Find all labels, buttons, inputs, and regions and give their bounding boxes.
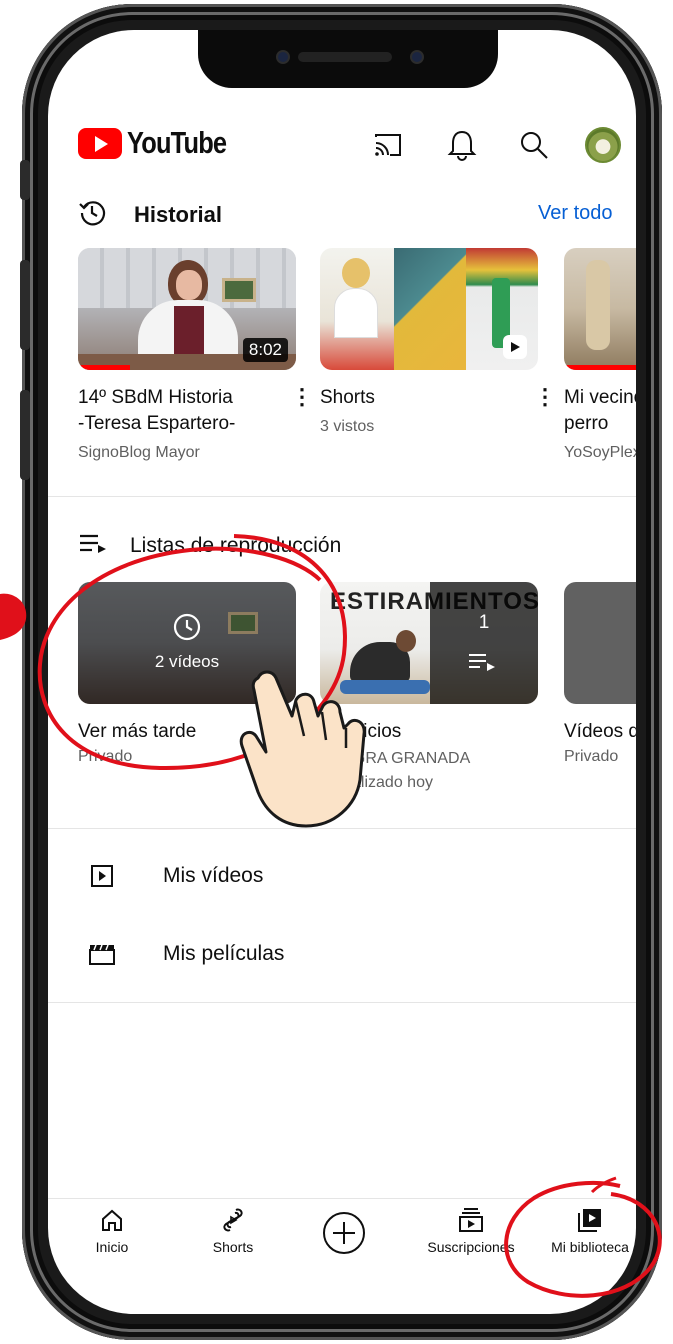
- playlist-icon: [469, 654, 495, 671]
- history-icon: [79, 201, 106, 226]
- nav-library-label: Mi biblioteca: [551, 1239, 629, 1255]
- see-all-link[interactable]: Ver todo: [538, 202, 613, 225]
- home-icon: [102, 1209, 122, 1231]
- notch: [198, 30, 498, 88]
- youtube-logo[interactable]: YouTube: [78, 125, 248, 161]
- nav-subscriptions[interactable]: Suscripciones: [416, 1207, 526, 1255]
- phone-volume-up: [20, 260, 30, 350]
- create-plus-icon: [323, 1212, 365, 1254]
- library-icon: [578, 1209, 601, 1232]
- shorts-logo-icon: [503, 335, 527, 359]
- playlist-item-count: 1: [478, 612, 490, 633]
- history-video-thumbnail-partial[interactable]: [564, 248, 636, 370]
- youtube-wordmark: YouTube: [127, 125, 227, 160]
- nav-subscriptions-label: Suscripciones: [427, 1239, 515, 1255]
- watch-progress-bar: [78, 365, 130, 370]
- shorts-thumb-part-2: [394, 248, 466, 370]
- playlist-privacy: Privado: [564, 748, 619, 765]
- playlist-owner: SUEGRA GRANADA: [320, 750, 471, 767]
- shorts-thumbnail[interactable]: [320, 248, 538, 370]
- divider: [48, 828, 636, 829]
- sensor-icon: [410, 50, 424, 64]
- thumbnail-picture-frame: [228, 612, 258, 634]
- shorts-title[interactable]: Shorts: [320, 386, 375, 410]
- play-square-icon: [91, 865, 113, 887]
- my-videos-row[interactable]: Mis vídeos: [48, 850, 636, 906]
- history-video-channel: YoSoyPlex: [564, 444, 636, 461]
- nav-create[interactable]: [320, 1211, 368, 1261]
- playlists-section-title: Listas de reproducción: [130, 534, 342, 557]
- history-video-title-line2[interactable]: perro: [564, 412, 608, 436]
- video-duration: 8:02: [242, 338, 288, 362]
- watch-progress-bar: [564, 365, 636, 370]
- playlist-thumbnail[interactable]: ESTIRAMIENTOS 1: [320, 582, 538, 704]
- playlist-icon: [80, 534, 106, 553]
- phone-mute-switch: [20, 160, 30, 200]
- history-video-title-line1[interactable]: 14º SBdM Historia: [78, 386, 233, 410]
- my-movies-label: Mis películas: [163, 942, 285, 965]
- my-videos-label: Mis vídeos: [163, 864, 264, 887]
- search-icon[interactable]: [516, 127, 552, 163]
- thumbnail-dim-overlay: [78, 582, 296, 704]
- more-options-icon[interactable]: ⋮: [534, 384, 556, 410]
- phone-screen: YouTube Historial Ver todo 8:02 14º SBdM…: [48, 30, 636, 1314]
- more-options-icon[interactable]: ⋮: [291, 384, 313, 410]
- thumbnail-mat: [340, 680, 430, 694]
- divider: [48, 496, 636, 497]
- divider: [48, 1002, 636, 1003]
- watch-later-playlist-thumbnail[interactable]: 2 vídeos: [78, 582, 296, 704]
- my-movies-row[interactable]: Mis películas: [48, 928, 636, 984]
- top-app-bar: YouTube: [48, 115, 636, 175]
- playlist-updated: Actualizado hoy: [320, 774, 433, 791]
- phone-volume-down: [20, 390, 30, 480]
- nav-home-label: Inicio: [95, 1239, 129, 1255]
- thumbnail-statue: [586, 260, 610, 350]
- shorts-viewed-count: 3 vistos: [320, 418, 375, 435]
- speaker-grille: [298, 52, 392, 62]
- playlist-title[interactable]: Vídeos que: [564, 720, 636, 744]
- youtube-play-logo-icon: [78, 127, 122, 159]
- playlist-count-overlay: 1: [430, 582, 538, 704]
- nav-shorts[interactable]: Shorts: [198, 1207, 268, 1255]
- playlist-title[interactable]: Ver más tarde: [78, 720, 196, 744]
- nav-home[interactable]: Inicio: [82, 1207, 142, 1255]
- shorts-thumb-person-hair: [342, 258, 370, 288]
- playlist-thumbnail-partial[interactable]: [564, 582, 636, 704]
- playlist-privacy: Privado: [78, 748, 133, 765]
- nav-shorts-label: Shorts: [212, 1239, 254, 1255]
- avatar[interactable]: [585, 127, 621, 163]
- thumbnail-person-face: [176, 270, 202, 300]
- nav-library[interactable]: Mi biblioteca: [540, 1207, 636, 1255]
- history-video-thumbnail[interactable]: 8:02: [78, 248, 296, 370]
- playlist-title[interactable]: Ejercicios: [320, 720, 401, 744]
- clapperboard-icon: [89, 944, 115, 965]
- subscriptions-icon: [459, 1208, 483, 1232]
- bell-icon[interactable]: [444, 127, 480, 163]
- history-video-channel: SignoBlog Mayor: [78, 444, 200, 461]
- history-section-title: Historial: [134, 202, 223, 227]
- playlist-video-count: 2 vídeos: [154, 652, 220, 671]
- clock-icon: [173, 613, 201, 641]
- shorts-thumb-part-1: [320, 248, 394, 370]
- shorts-thumb-person-shirt: [334, 288, 378, 338]
- camera-icon: [276, 50, 290, 64]
- shorts-icon: [223, 1208, 243, 1232]
- cast-icon[interactable]: [370, 127, 406, 163]
- thumbnail-person-head: [396, 630, 416, 652]
- bottom-navigation: Inicio Shorts Suscripciones Mi bibliotec…: [48, 1198, 636, 1288]
- history-video-title-line1[interactable]: Mi vecino: [564, 386, 636, 410]
- history-video-title-line2[interactable]: -Teresa Espartero-: [78, 412, 235, 436]
- thumbnail-picture-frame: [222, 278, 256, 302]
